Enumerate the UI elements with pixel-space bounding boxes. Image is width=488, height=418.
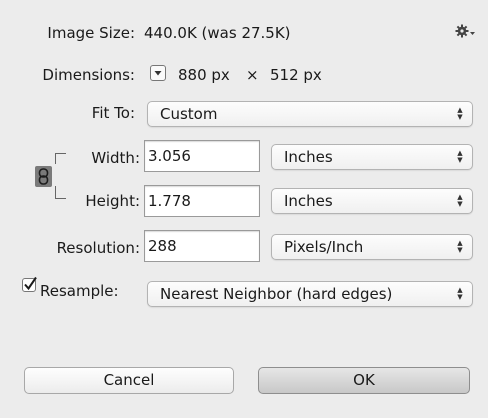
dimensions-label: Dimensions:	[42, 66, 135, 84]
up-down-arrows-icon: ▲ ▼	[457, 193, 463, 208]
fit-to-label: Fit To:	[91, 104, 135, 122]
up-down-arrows-icon: ▲ ▼	[457, 149, 463, 164]
cancel-button[interactable]: Cancel	[24, 367, 234, 394]
resolution-label: Resolution:	[56, 239, 140, 257]
up-down-arrows-icon: ▲ ▼	[457, 106, 463, 121]
height-label: Height:	[85, 192, 140, 210]
resolution-field[interactable]: 288	[144, 230, 260, 262]
width-unit-popup[interactable]: Inches ▲ ▼	[271, 144, 473, 170]
image-size-value: 440.0K (was 27.5K)	[144, 24, 291, 42]
resample-label: Resample:	[40, 282, 119, 300]
dimensions-width: 880 px	[178, 66, 230, 84]
resolution-unit-value: Pixels/Inch	[284, 238, 364, 256]
fit-to-popup[interactable]: Custom ▲ ▼	[147, 101, 473, 127]
height-unit-value: Inches	[284, 192, 333, 210]
link-bracket-bottom	[55, 186, 66, 199]
triangle-down-icon[interactable]	[150, 65, 166, 81]
width-unit-value: Inches	[284, 148, 333, 166]
up-down-arrows-icon: ▲ ▼	[457, 286, 463, 301]
height-field[interactable]: 1.778	[144, 185, 260, 217]
chain-link-icon[interactable]	[35, 166, 52, 187]
resample-value: Nearest Neighbor (hard edges)	[160, 285, 393, 303]
resample-popup[interactable]: Nearest Neighbor (hard edges) ▲ ▼	[147, 281, 473, 307]
dimensions-height: 512 px	[270, 66, 322, 84]
resample-checkbox[interactable]	[22, 276, 37, 292]
image-size-dialog: Image Size: 440.0K (was 27.5K) Dimension…	[0, 0, 488, 418]
dimensions-times: ×	[246, 66, 259, 84]
link-bracket-top	[55, 153, 66, 164]
width-label: Width:	[91, 149, 140, 167]
resolution-unit-popup[interactable]: Pixels/Inch ▲ ▼	[271, 234, 473, 260]
gear-icon[interactable]	[454, 21, 476, 41]
ok-button[interactable]: OK	[258, 367, 470, 394]
image-size-label: Image Size:	[47, 24, 135, 42]
height-unit-popup[interactable]: Inches ▲ ▼	[271, 188, 473, 214]
up-down-arrows-icon: ▲ ▼	[457, 239, 463, 254]
fit-to-value: Custom	[160, 105, 218, 123]
width-field[interactable]: 3.056	[144, 140, 260, 172]
